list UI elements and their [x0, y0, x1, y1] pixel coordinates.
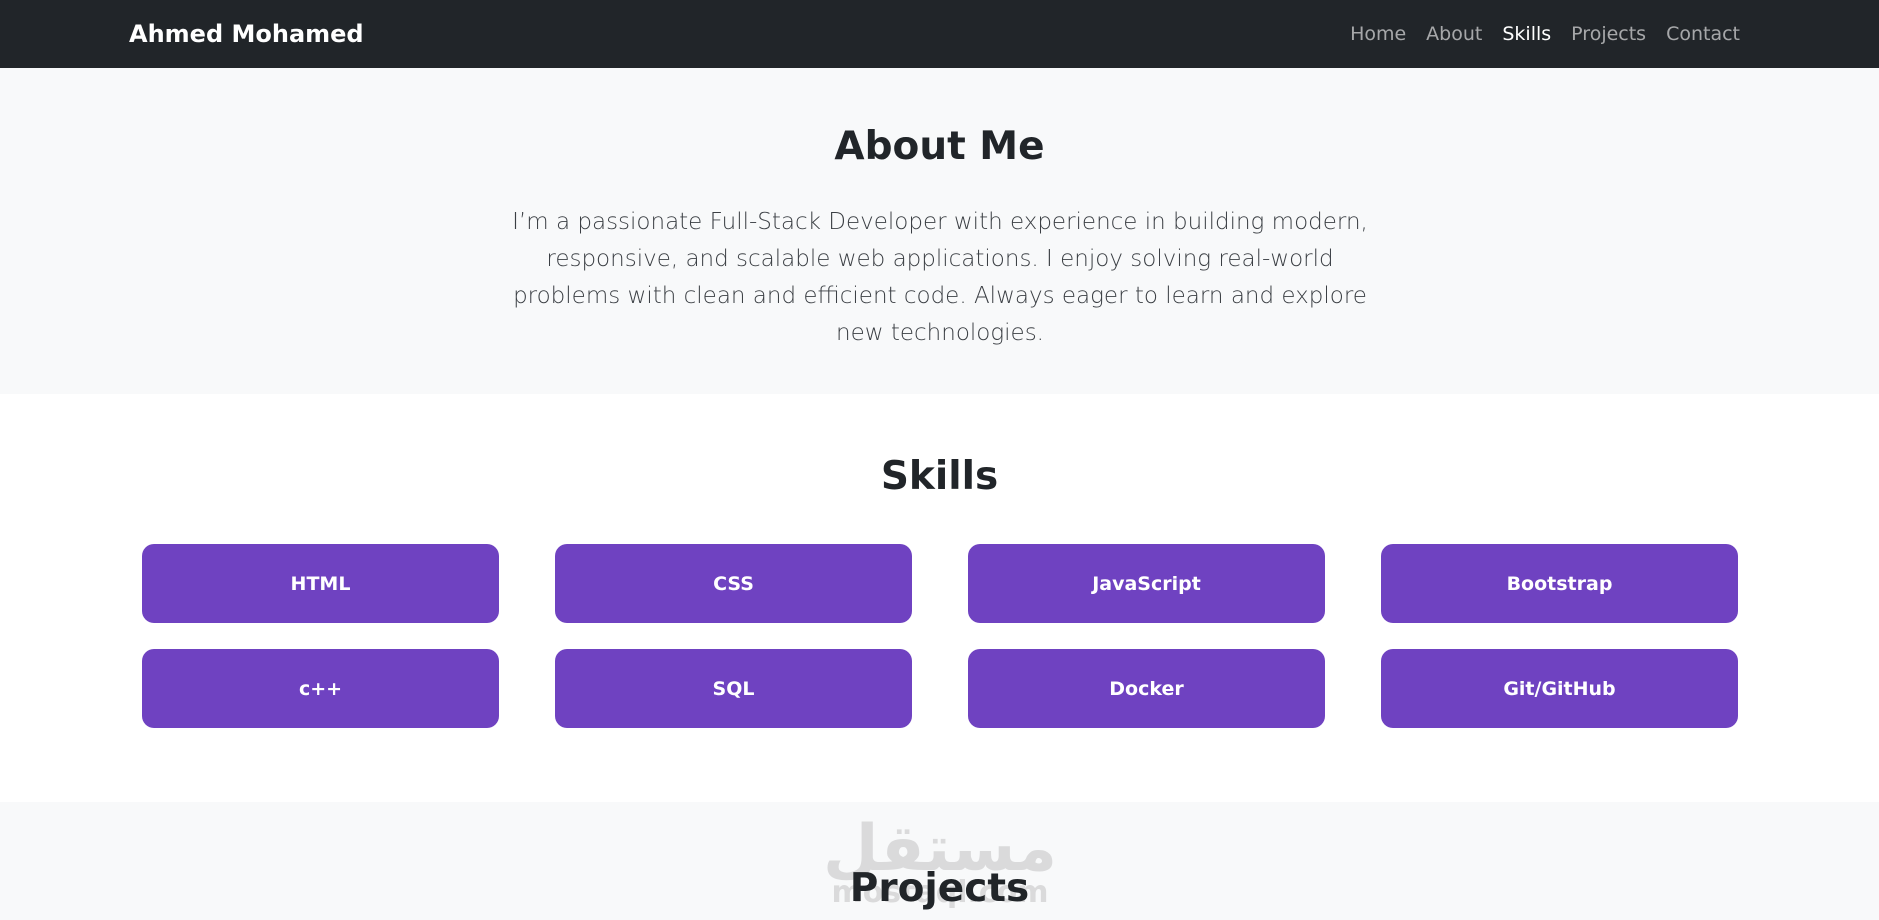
skills-grid: HTML CSS JavaScript Bootstrap c++ SQL Do… — [142, 544, 1738, 728]
skill-card-javascript: JavaScript — [968, 544, 1325, 623]
skill-card-docker: Docker — [968, 649, 1325, 728]
skill-card-bootstrap: Bootstrap — [1381, 544, 1738, 623]
skill-card-sql: SQL — [555, 649, 912, 728]
skills-section: Skills HTML CSS JavaScript Bootstrap c++… — [0, 394, 1879, 802]
brand-link[interactable]: Ahmed Mohamed — [129, 0, 364, 68]
nav-link-skills[interactable]: Skills — [1502, 23, 1551, 45]
skill-card-html: HTML — [142, 544, 499, 623]
skills-title: Skills — [880, 454, 999, 499]
top-navbar: Ahmed Mohamed Home About Skills Projects… — [0, 0, 1879, 68]
nav-link-home[interactable]: Home — [1350, 23, 1406, 45]
nav-link-contact[interactable]: Contact — [1666, 23, 1740, 45]
projects-section: مستقل mostaql.com Projects — [0, 802, 1879, 920]
about-section: About Me I’m a passionate Full-Stack Dev… — [0, 68, 1879, 394]
nav-link-projects[interactable]: Projects — [1571, 23, 1646, 45]
skill-card-git: Git/GitHub — [1381, 649, 1738, 728]
skill-card-css: CSS — [555, 544, 912, 623]
projects-title: Projects — [849, 866, 1030, 911]
skill-card-cpp: c++ — [142, 649, 499, 728]
about-text: I’m a passionate Full-Stack Developer wi… — [512, 209, 1368, 346]
nav-links: Home About Skills Projects Contact — [1350, 0, 1740, 68]
about-title: About Me — [834, 124, 1045, 169]
nav-link-about[interactable]: About — [1426, 23, 1482, 45]
